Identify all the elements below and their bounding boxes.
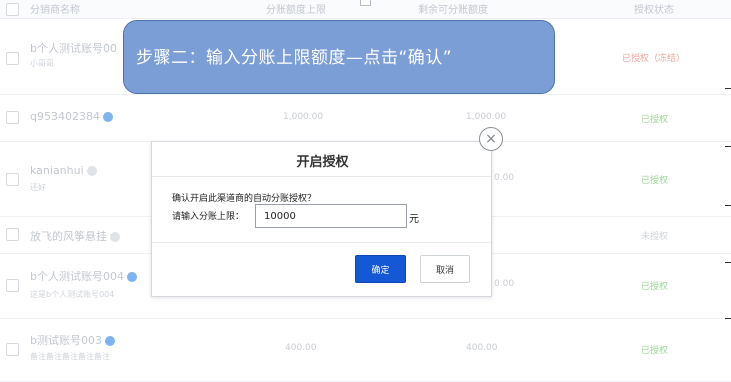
row-remain: 0.00 [494,279,515,289]
row-remain: 1,000.00 [466,112,507,122]
confirm-button[interactable]: 确定 [355,255,406,283]
header-remain: 剩余可分账额度 [418,5,488,16]
header-name: 分销商名称 [30,5,80,16]
header-limit: 分账额度上限 [266,5,326,16]
select-all-checkbox[interactable] [6,3,19,16]
row-name: kanianhui [30,164,97,177]
verified-icon [104,336,115,346]
divider [152,176,491,177]
verified-icon [102,112,113,122]
row-name: 放飞的风筝悬挂 [30,228,120,244]
limit-label: 请输入分账上限： [172,212,245,222]
row-checkbox[interactable] [6,111,19,124]
divider [152,242,491,243]
row-limit: 1,000.00 [283,112,324,122]
divider [725,262,731,263]
verified-icon [86,166,97,176]
instruction-banner: 步骤二：输入分账上限额度—点击“确认” [123,20,555,94]
banner-text: 步骤二：输入分账上限额度—点击“确认” [136,48,453,68]
row-checkbox[interactable] [6,343,19,356]
dialog-title: 开启授权 [296,155,349,170]
status-badge: 已授权（冻结） [622,54,686,64]
unit-label: 元 [409,214,419,225]
row-remain: 400.00 [466,343,498,353]
row-remark: 备注备注备注备注备注 [30,352,110,361]
status-badge: 未授权 [641,232,669,242]
close-glyph: × [485,131,497,147]
confirm-message: 确认开启此渠道商的自动分账授权？ [172,194,317,204]
authorize-dialog: 开启授权 确认开启此渠道商的自动分账授权？ 请输入分账上限： 元 确定 取消 [151,141,492,297]
cancel-button[interactable]: 取消 [420,255,470,283]
divider [725,146,731,147]
row-checkbox[interactable] [6,52,19,65]
row-remark: 小哥哥 [30,59,54,68]
verified-icon [126,272,137,282]
row-name: b测试账号003 [30,332,115,348]
row-limit: 400.00 [285,343,317,353]
row-name: b个人测试账号00 [30,42,117,55]
row-remark: 这是b个人测试账号004 [30,290,115,299]
close-icon[interactable]: × [479,127,503,151]
row-checkbox[interactable] [6,279,19,292]
table-row: b测试账号003 备注备注备注备注备注 400.00 400.00 已授权 [0,319,731,382]
status-badge: 已授权 [641,115,669,125]
row-name: b个人测试账号004 [30,268,137,284]
table-row: q953402384 1,000.00 1,000.00 已授权 [0,95,731,142]
row-checkbox[interactable] [6,228,19,241]
header-status: 授权状态 [634,5,674,16]
divider [725,205,731,206]
status-badge: 已授权 [641,176,669,186]
row-remark: 还好 [30,183,46,192]
divider [725,318,731,319]
status-badge: 已授权 [641,282,669,292]
divider [725,88,731,89]
tab-handle [360,0,371,6]
verified-icon [110,232,120,242]
row-name: q953402384 [30,110,113,123]
row-remain: 0.00 [494,173,515,183]
row-checkbox[interactable] [6,173,19,186]
status-badge: 已授权 [641,346,669,356]
limit-input[interactable] [255,204,407,228]
